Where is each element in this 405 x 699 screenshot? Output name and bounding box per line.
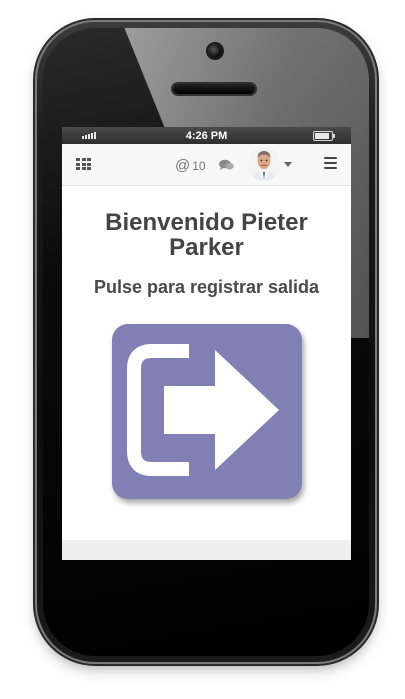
main-content: Bienvenido Pieter Parker Pulse para regi… [62,210,351,298]
status-bar: 4:26 PM [62,127,351,144]
checkout-button[interactable] [112,324,302,499]
top-navbar: @10 [62,144,351,186]
status-time: 4:26 PM [185,130,228,142]
apps-grid-icon[interactable] [76,158,91,170]
app-screen: 4:26 PM @10 Bienvenido Pieter Parker Pul… [62,127,351,560]
mentions-count: 10 [192,159,206,173]
avatar[interactable] [248,147,280,181]
menu-icon[interactable] [324,157,337,169]
checkout-prompt: Pulse para registrar salida [93,277,320,297]
at-icon: @ [175,157,191,174]
welcome-heading: Bienvenido Pieter Parker [105,209,308,261]
mentions-button[interactable]: @10 [175,157,206,174]
chevron-down-icon[interactable] [284,162,292,167]
front-camera-icon [208,44,222,58]
user-photo-icon [248,147,280,181]
battery-icon [313,131,335,141]
sign-out-icon [127,344,279,476]
chat-icon[interactable] [219,159,234,171]
footer-bar [62,540,351,560]
earpiece-speaker [173,84,255,94]
